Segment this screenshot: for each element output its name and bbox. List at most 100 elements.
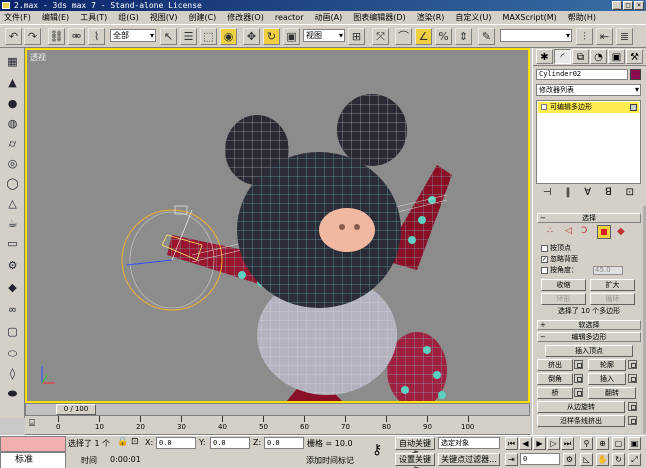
ignore-backfacing-checkbox[interactable]: ✓ 忽略背面 — [541, 255, 578, 264]
set-key-button[interactable]: 设置关键点 — [395, 453, 435, 468]
select-by-name-icon[interactable]: ☰ — [180, 28, 197, 45]
checkbox-box[interactable] — [541, 266, 548, 274]
menu-graph-editors[interactable]: 图表编辑器(D) — [353, 12, 405, 23]
by-vertex-checkbox[interactable]: 按顶点 — [541, 244, 571, 253]
maxscript-listener-pink[interactable] — [0, 436, 66, 452]
go-to-end-icon[interactable]: ⏭ — [561, 437, 574, 450]
absolute-mode-icon[interactable]: ⊡ — [131, 437, 139, 447]
track-bar[interactable]: ⌸ 0 10 20 30 40 50 60 70 80 90 100 — [25, 416, 530, 435]
play-icon[interactable]: ▶ — [533, 437, 546, 450]
zoom-extents-icon[interactable]: ▢ — [612, 437, 625, 450]
menu-views[interactable]: 视图(V) — [150, 12, 178, 23]
vertex-icon[interactable]: ∴ — [547, 226, 553, 236]
extrude-spline-settings-icon[interactable] — [628, 416, 637, 425]
redo-icon[interactable]: ↷ — [24, 28, 41, 45]
flip-button[interactable]: 翻转 — [588, 387, 636, 399]
bevel-settings-icon[interactable] — [574, 374, 583, 383]
configure-sets-icon[interactable]: ⊡ — [626, 186, 634, 200]
track-bar-icon[interactable]: ⌸ — [29, 418, 35, 429]
oil-tank-icon[interactable]: ⬭ — [4, 346, 21, 361]
pyramid-icon[interactable]: △ — [4, 196, 21, 211]
zoom-all-icon[interactable]: ⊕ — [596, 437, 609, 450]
select-object-icon[interactable]: ↖ — [160, 28, 177, 45]
modify-tab-icon[interactable]: ◜ — [554, 49, 571, 64]
key-icon[interactable]: ⚷ — [372, 442, 382, 458]
selection-rollout-header[interactable]: − 选择 — [537, 213, 641, 223]
go-to-start-icon[interactable]: ⏮ — [505, 437, 518, 450]
hedra-icon[interactable]: ◆ — [4, 280, 21, 295]
snaps-toggle-icon[interactable]: ⌒ — [395, 28, 412, 45]
select-scale-icon[interactable]: ▣ — [283, 28, 300, 45]
key-mode-toggle-icon[interactable]: ⇥ — [505, 453, 518, 466]
torus-icon[interactable]: ◯ — [4, 176, 21, 191]
element-icon[interactable]: ◆ — [617, 226, 625, 237]
box-icon[interactable]: ▦ — [4, 54, 21, 69]
menu-create[interactable]: 创建(C) — [188, 12, 216, 23]
stack-item-editable-poly[interactable]: 可编辑多边形 — [538, 102, 639, 113]
maximize-button[interactable]: □ — [623, 1, 633, 10]
loop-button[interactable]: 循环 — [590, 293, 635, 305]
hinge-settings-icon[interactable] — [628, 402, 637, 411]
gear-icon[interactable]: ⚙ — [4, 258, 21, 273]
previous-frame-icon[interactable]: ◀ — [519, 437, 532, 450]
field-of-view-icon[interactable]: ◺ — [580, 453, 593, 466]
make-unique-icon[interactable]: ∀ — [584, 186, 591, 200]
close-button[interactable]: × — [634, 1, 644, 10]
grow-button[interactable]: 扩大 — [590, 279, 635, 291]
maxscript-mini-listener[interactable]: 标准 — [0, 452, 66, 468]
percent-snap-icon[interactable]: % — [435, 28, 452, 45]
remove-modifier-icon[interactable]: ꓭ — [605, 186, 612, 200]
hinge-from-edge-button[interactable]: 从边旋转 — [537, 401, 625, 413]
tube-icon[interactable]: ◎ — [4, 156, 21, 171]
pin-stack-icon[interactable]: ⊣ — [543, 186, 552, 200]
time-slider-thumb[interactable]: 0 / 100 — [56, 404, 96, 415]
select-rotate-icon[interactable]: ↻ — [263, 28, 280, 45]
select-link-icon[interactable]: ⛓ — [48, 28, 65, 45]
time-slider[interactable]: 0 / 100 — [25, 403, 530, 416]
motion-tab-icon[interactable]: ◔ — [590, 49, 607, 64]
selection-filter-dropdown[interactable]: 全部 — [110, 29, 156, 42]
extrude-button[interactable]: 挤出 — [537, 359, 573, 371]
shrink-button[interactable]: 收缩 — [541, 279, 586, 291]
extrude-settings-icon[interactable] — [574, 360, 583, 369]
bind-spacewarp-icon[interactable]: ⌇ — [88, 28, 105, 45]
zoom-extents-all-icon[interactable]: ▣ — [628, 437, 641, 450]
modifier-stack[interactable]: 可编辑多边形 — [536, 100, 641, 184]
ring-button[interactable]: 环形 — [541, 293, 586, 305]
checkbox-box[interactable]: ✓ — [541, 255, 548, 263]
extrude-along-spline-button[interactable]: 沿样条线挤出 — [537, 415, 625, 427]
teapot-icon[interactable]: ☕ — [4, 216, 21, 231]
mirror-icon[interactable]: ⫶ — [576, 28, 593, 45]
zoom-icon[interactable]: ⚲ — [580, 437, 593, 450]
layer-manager-icon[interactable]: ≣ — [616, 28, 633, 45]
edit-polygons-rollout-header[interactable]: − 编辑多边形 — [537, 332, 641, 342]
window-crossing-icon[interactable]: ◉ — [220, 28, 237, 45]
display-tab-icon[interactable]: ▣ — [608, 49, 625, 64]
perspective-viewport[interactable]: 透视 — [25, 48, 530, 403]
menu-maxscript[interactable]: MAXScript(M) — [503, 13, 557, 22]
maximize-viewport-icon[interactable]: ⤢ — [628, 453, 641, 466]
arc-rotate-icon[interactable]: ↻ — [612, 453, 625, 466]
inset-button[interactable]: 插入 — [588, 373, 626, 385]
checkbox-box[interactable] — [541, 244, 548, 252]
object-color-swatch[interactable] — [630, 69, 641, 80]
reference-coordinate-dropdown[interactable]: 视图 — [303, 29, 345, 42]
pivot-center-icon[interactable]: ⊞ — [348, 28, 365, 45]
next-frame-icon[interactable]: ▷ — [547, 437, 560, 450]
select-manipulate-icon[interactable]: ⤧ — [372, 28, 389, 45]
bridge-button[interactable]: 桥 — [537, 387, 573, 399]
y-coordinate-field[interactable]: 0.0 — [210, 437, 250, 449]
undo-icon[interactable]: ↶ — [5, 28, 22, 45]
key-filters-button[interactable]: 关键点过滤器... — [438, 453, 500, 466]
unlink-icon[interactable]: ⚮ — [68, 28, 85, 45]
polygon-icon[interactable] — [597, 225, 611, 239]
bridge-settings-icon[interactable] — [574, 388, 583, 397]
object-name-field[interactable]: Cylinder02 — [536, 69, 628, 80]
insert-vertex-button[interactable]: 插入顶点 — [545, 345, 633, 357]
named-selection-sets-dropdown[interactable] — [500, 29, 572, 42]
soft-selection-rollout-header[interactable]: + 软选择 — [537, 320, 641, 330]
menu-tools[interactable]: 工具(T) — [80, 12, 107, 23]
outline-settings-icon[interactable] — [628, 360, 637, 369]
x-coordinate-field[interactable]: 0.0 — [156, 437, 196, 449]
capsule-icon[interactable]: ⬬ — [4, 386, 21, 401]
